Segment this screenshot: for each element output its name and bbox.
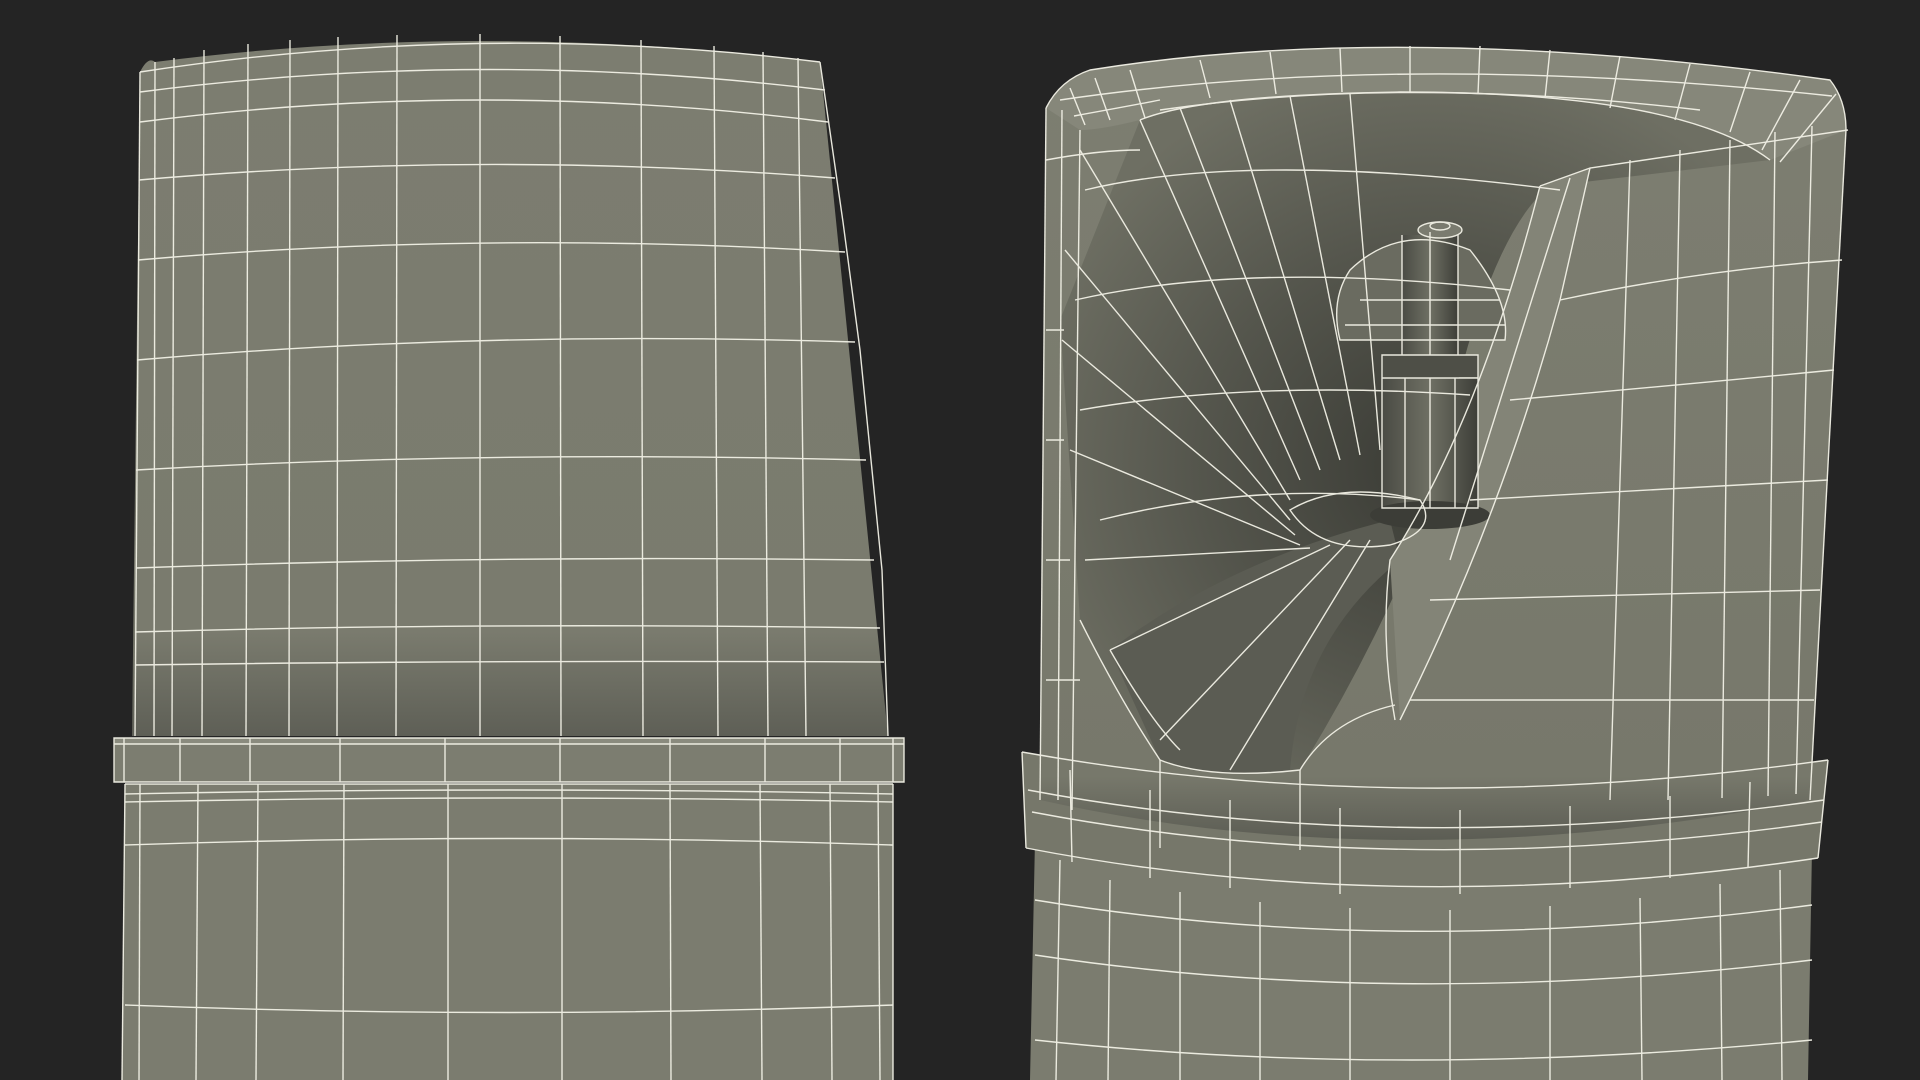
left-upper-cap: [132, 41, 888, 736]
left-lower-body: [122, 784, 893, 1080]
right-spray-cap-wireframe: [1021, 45, 1849, 1080]
wireframe-render-viewport: [0, 0, 1920, 1080]
left-cylinder-cap-wireframe: [113, 34, 905, 1080]
